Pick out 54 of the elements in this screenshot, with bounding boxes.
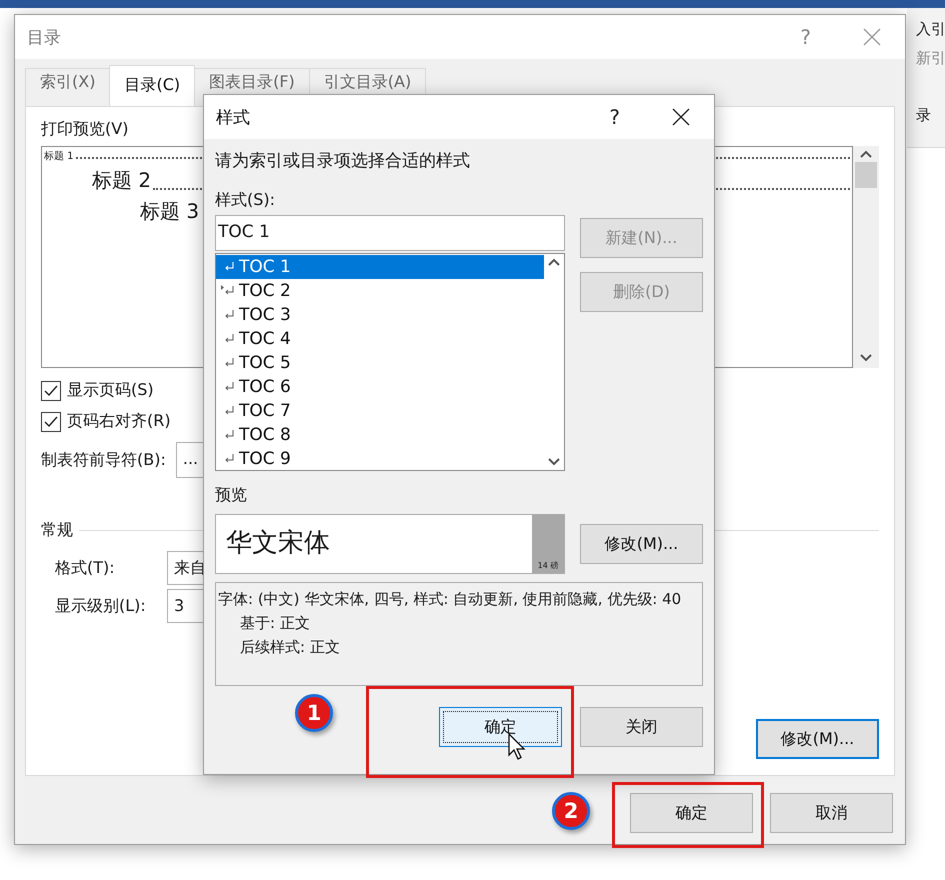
checkbox-label: 显示页码(S): [67, 380, 154, 401]
tab-leader-label: 制表符前导符(B):: [41, 450, 166, 470]
style-list-item[interactable]: TOC 4: [216, 327, 544, 351]
style-label: 样式(S):: [215, 190, 276, 211]
ribbon-label[interactable]: 入引: [916, 20, 945, 39]
style-list-item[interactable]: TOC 1: [216, 255, 544, 279]
checkbox[interactable]: [41, 380, 61, 400]
checkmark-icon: [44, 416, 58, 428]
scroll-thumb[interactable]: [855, 162, 877, 188]
mouse-cursor-icon: [508, 733, 528, 761]
modify-button[interactable]: 修改(M)...: [756, 719, 879, 759]
group-title: 常规: [41, 520, 73, 541]
tab[interactable]: 索引(X): [25, 68, 110, 106]
dialog-button[interactable]: 确定: [439, 707, 562, 747]
style-list-item[interactable]: TOC 6: [216, 375, 544, 399]
dialog-title: 目录: [27, 26, 62, 48]
modify-button[interactable]: 修改(M)...: [580, 524, 703, 564]
font-size-text: 14 磅: [538, 560, 558, 571]
caret-up-icon[interactable]: [548, 258, 560, 266]
description-text: 后续样式: 正文: [239, 637, 341, 658]
description-text: 字体: (中文) 华文宋体, 四号, 样式: 自动更新, 使用前隐藏, 优先级: 40: [218, 589, 682, 610]
ribbon-label[interactable]: 录: [916, 106, 945, 125]
close-icon: [863, 28, 881, 46]
close-button[interactable]: [670, 106, 692, 128]
style-list-item[interactable]: TOC 9: [216, 447, 544, 471]
caret-down-icon[interactable]: [860, 354, 872, 362]
dialog-button[interactable]: 取消: [770, 793, 893, 833]
checkbox-label: 页码右对齐(R): [67, 411, 171, 432]
preview-label: 预览: [215, 485, 248, 506]
field-label: 格式(T):: [55, 558, 116, 578]
help-button[interactable]: ?: [609, 105, 620, 129]
dialog-button[interactable]: 确定: [630, 793, 753, 833]
instruction-text: 请为索引或目录项选择合适的样式: [215, 150, 471, 172]
caret-up-icon[interactable]: [860, 150, 872, 158]
scrollbar[interactable]: [853, 146, 879, 368]
style-list-item[interactable]: TOC 2: [216, 279, 544, 303]
style-list-item[interactable]: TOC 7: [216, 399, 544, 423]
checkmark-icon: [44, 384, 58, 396]
style-input-field[interactable]: TOC 1: [215, 215, 565, 251]
dialog-title: 样式: [216, 106, 251, 128]
field-label: 显示级别(L):: [55, 596, 147, 616]
print-preview-label: 打印预览(V): [41, 119, 130, 140]
caret-down-icon[interactable]: [548, 458, 560, 466]
style-list-item[interactable]: TOC 3: [216, 303, 544, 327]
font-sample: 华文宋体: [225, 527, 331, 560]
style-list-item[interactable]: TOC 5: [216, 351, 544, 375]
dialog-button[interactable]: 关闭: [580, 707, 703, 747]
checkbox[interactable]: [41, 412, 61, 432]
help-button[interactable]: ?: [800, 25, 811, 49]
preview-heading: 标题 3: [140, 198, 200, 225]
close-icon: [672, 108, 690, 126]
tab[interactable]: 目录(C): [109, 65, 196, 106]
style-list-item[interactable]: TOC 8: [216, 423, 544, 447]
description-text: 基于: 正文: [239, 613, 311, 634]
